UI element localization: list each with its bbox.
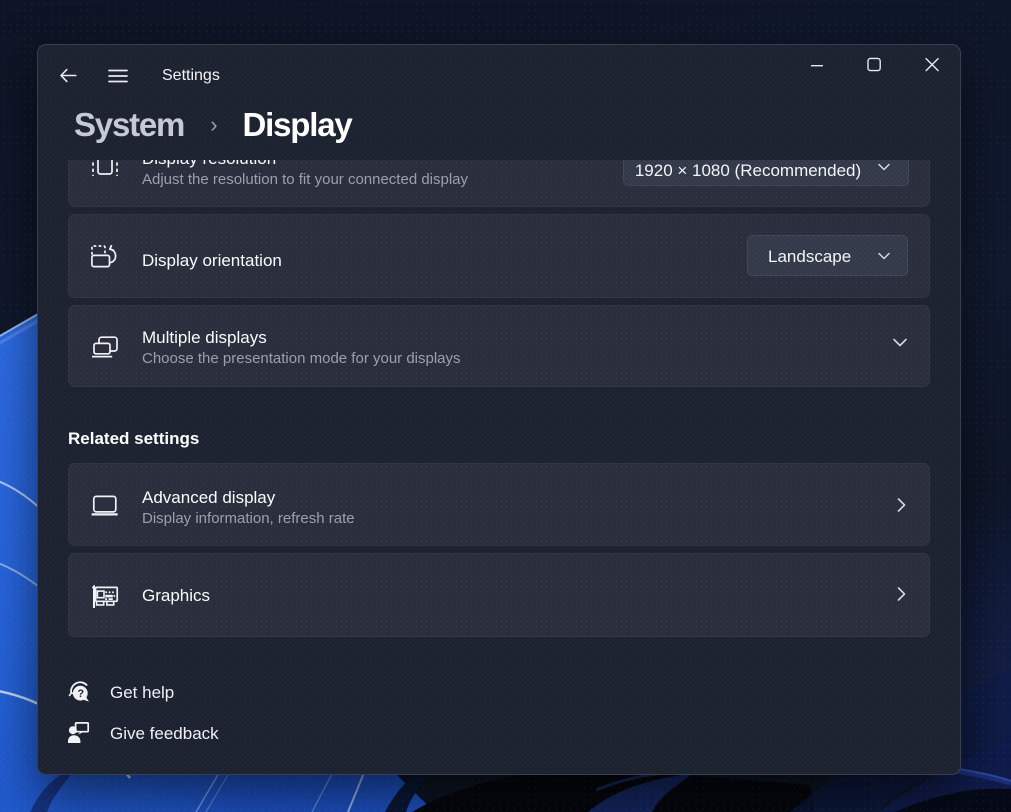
svg-text:?: ? xyxy=(77,688,84,700)
